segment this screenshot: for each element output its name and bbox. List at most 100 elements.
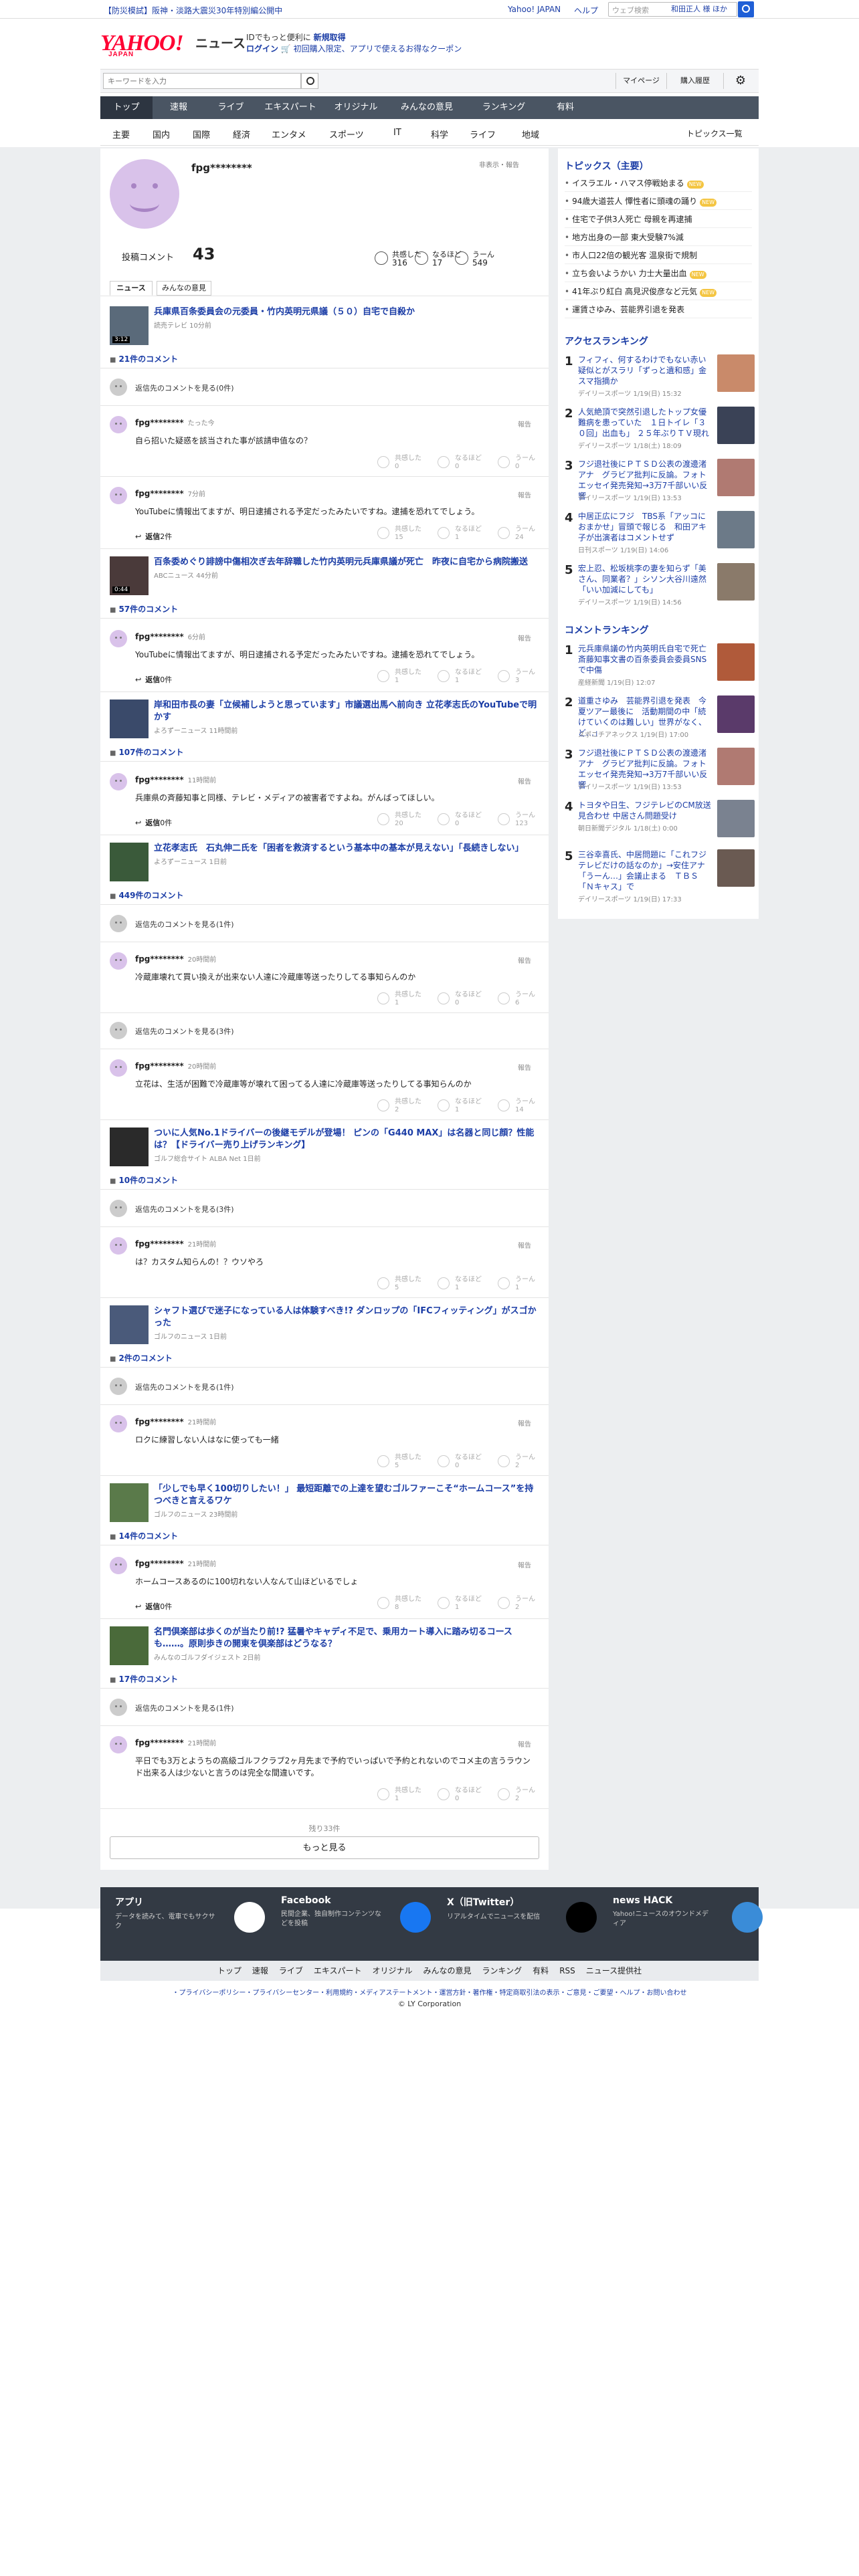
ranking-thumbnail[interactable] [717,511,755,548]
ranking-thumbnail[interactable] [717,748,755,785]
tab-0[interactable]: ニュース [110,281,153,296]
user-name[interactable]: 和田正人 様 ほか [671,3,727,14]
login-link[interactable]: ログイン [246,44,278,53]
footer-nav-item[interactable]: ライブ [279,1966,303,1975]
view-parent-comment-link[interactable]: 返信先のコメントを見る(3件) [135,1026,234,1037]
ranking-title[interactable]: 宏上忍、松坂桃李の妻を知らず「美さん、同業者？」シソン大谷川遠然「いい加減にして… [578,563,712,595]
ranking-item[interactable]: 1 フィフィ、何するわけでもない赤い疑似とがスラリ「ずっと遺和感」金スマ指摘か デイ… [565,354,755,413]
article-title[interactable]: 兵庫県百条委員会の元委員・竹内英明元県議（５０）自宅で自殺か [154,306,542,318]
category-item-1[interactable]: 国内 [153,128,170,140]
footer-col-0[interactable]: アプリ データを読みて、電車でもサクサク [115,1895,276,1933]
reply-link[interactable]: ↩ 返信2件 [135,531,172,542]
ranking-item[interactable]: 5 宏上忍、松坂桃李の妻を知らず「美さん、同業者？」シソン大谷川遠然「いい加減にし… [565,563,755,622]
ranking-thumbnail[interactable] [717,459,755,496]
purchase-history-link[interactable]: 購入履歴 [666,73,724,89]
view-parent-comment-link[interactable]: 返信先のコメントを見る(1件) [135,1382,234,1392]
article-thumbnail[interactable] [110,1128,149,1166]
topic-item[interactable]: 市人口22倍の観光客 温泉街で規制 [565,250,752,264]
comment-count-link[interactable]: 21件のコメント [110,353,178,364]
reaction-2[interactable]: うーん 1 [498,1276,569,1292]
ranking-item[interactable]: 2 人気絶頂で突然引退したトップ女優 難病を患っていた １日トイレ「３０回」出血も… [565,407,755,465]
reaction-2[interactable]: うーん 14 [498,1098,569,1114]
report-link[interactable]: 報告 [518,955,531,965]
comment-count-link[interactable]: 14件のコメント [110,1530,178,1541]
commenter-name[interactable]: fpg******** 21時間前 [135,1239,216,1249]
article-thumbnail[interactable] [110,843,149,881]
ranking-item[interactable]: 3 フジ退社後にＰＴＳＤ公表の渡邊渚アナ グラビア批判に反論。フォトエッセイ発売発… [565,459,755,518]
disaster-drill-link[interactable]: 【防災模試】阪神・淡路大震災30年特別編公開中 [104,5,282,16]
comment-count-link[interactable]: 57件のコメント [110,603,178,615]
topic-item[interactable]: 41年ぶり紅白 高見沢俊彦など元気NEW [565,286,752,300]
topic-item[interactable]: 地方出身の一部 東大受験7%減 [565,232,752,246]
view-parent-comment-link[interactable]: 返信先のコメントを見る(3件) [135,1204,234,1214]
nav-item-3[interactable]: エキスパート [257,96,324,119]
ranking-title[interactable]: フィフィ、何するわけでもない赤い疑似とがスラリ「ずっと遺和感」金スマ指摘か [578,354,712,387]
category-item-5[interactable]: スポーツ [329,128,364,140]
ranking-item[interactable]: 5 三谷幸喜氏、中居問題に「これフジテレビだけの話なのか」→安住アナ「うーん…」会… [565,849,755,908]
gear-icon[interactable]: ⚙ [732,72,749,90]
ranking-thumbnail[interactable] [717,695,755,733]
footer-col-2[interactable]: X（旧Twitter） リアルタイムでニュースを配信 [447,1895,607,1933]
search-icon[interactable] [738,1,754,17]
reply-link[interactable]: ↩ 返信0件 [135,674,172,685]
comment-count-link[interactable]: 449件のコメント [110,889,183,901]
view-parent-comment-link[interactable]: 返信先のコメントを見る(0件) [135,383,234,393]
report-link[interactable]: 報告 [518,490,531,500]
footer-col-1[interactable]: Facebook 民間企業、独自制作コンテンツなどを投稿 [281,1895,442,1933]
report-link[interactable]: 報告 [518,1418,531,1428]
ranking-title[interactable]: 元兵庫県議の竹内英明氏自宅で死亡 斎藤知事文書の百条委員会委員SNSで中傷 [578,643,714,675]
topic-item[interactable]: 運賃さゆみ、芸能界引退を発表 [565,304,752,318]
nav-item-2[interactable]: ライブ [205,96,257,119]
ranking-thumbnail[interactable] [717,354,755,392]
commenter-name[interactable]: fpg******** 6分前 [135,631,205,641]
yahoo-logo[interactable]: YAHOO! JAPAN [100,31,184,58]
commenter-name[interactable]: fpg******** たった今 [135,417,215,427]
reaction-2[interactable]: うーん 2 [498,1454,569,1470]
nav-item-7[interactable]: 有料 [542,96,589,119]
reaction-2[interactable]: うーん 2 [498,1596,569,1612]
ranking-title[interactable]: トヨタや日生、フジテレビのCM放送見合わせ 中居さん問題受け [578,800,712,821]
comment-count-link[interactable]: 17件のコメント [110,1673,178,1685]
commenter-name[interactable]: fpg******** 21時間前 [135,1416,216,1426]
footer-nav-item[interactable]: RSS [559,1966,575,1975]
article-title[interactable]: 名門倶楽部は歩くのが当たり前!? 猛暑やキャディ不足で、乗用カート導入に踏み切る… [154,1626,542,1650]
commenter-name[interactable]: fpg******** 21時間前 [135,1737,216,1747]
nav-item-0[interactable]: トップ [100,96,153,119]
comment-count-link[interactable]: 2件のコメント [110,1352,172,1364]
footer-nav-item[interactable]: みんなの意見 [423,1966,472,1975]
view-parent-comment-link[interactable]: 返信先のコメントを見る(1件) [135,919,234,930]
ranking-thumbnail[interactable] [717,563,755,601]
category-item-6[interactable]: IT [393,128,401,138]
report-link[interactable]: 報告 [518,633,531,643]
ranking-title[interactable]: 三谷幸喜氏、中居問題に「これフジテレビだけの話なのか」→安住アナ「うーん…」会議… [578,849,712,892]
article-title[interactable]: 「少しでも早く100切りしたい！」 最短距離での上達を望むゴルファーこそ“ホーム… [154,1483,542,1507]
show-more-button[interactable]: もっと見る [110,1836,539,1859]
ranking-title[interactable]: 人気絶頂で突然引退したトップ女優 難病を患っていた １日トイレ「３０回」出血も」… [578,407,714,439]
footer-nav-item[interactable]: トップ [217,1966,242,1975]
report-link[interactable]: 報告 [518,776,531,786]
commenter-name[interactable]: fpg******** 20時間前 [135,1061,216,1071]
nav-item-4[interactable]: オリジナル [324,96,388,119]
ranking-title[interactable]: 中居正広にフジ TBS系「アッコにおまかせ」冒頭で報じる 和田アキ子が出演者はコ… [578,511,712,543]
nav-item-5[interactable]: みんなの意見 [388,96,466,119]
nav-item-6[interactable]: ランキング [466,96,542,119]
category-item-9[interactable]: 地域 [522,128,539,140]
topic-item[interactable]: 94歳大道芸人 憚性者に頭魂の踊りNEW [565,196,752,210]
comment-count-link[interactable]: 10件のコメント [110,1174,178,1186]
article-title[interactable]: 岸和田市長の妻「立候補しようと思っています」市議選出馬へ前向き 立花孝志氏のYo… [154,700,542,724]
view-parent-comment-link[interactable]: 返信先のコメントを見る(1件) [135,1703,234,1713]
ranking-item[interactable]: 4 中居正広にフジ TBS系「アッコにおまかせ」冒頭で報じる 和田アキ子が出演者は… [565,511,755,570]
signup-link[interactable]: 新規取得 [314,33,346,42]
footer-nav-item[interactable]: エキスパート [314,1966,362,1975]
ranking-item[interactable]: 1 元兵庫県議の竹内英明氏自宅で死亡 斎藤知事文書の百条委員会委員SNSで中傷 産経… [565,643,755,702]
report-link[interactable]: 報告 [518,1062,531,1072]
footer-nav-item[interactable]: オリジナル [373,1966,413,1975]
commenter-name[interactable]: fpg******** 20時間前 [135,954,216,964]
hide-report-link[interactable]: 非表示・報告 [479,159,519,169]
ranking-item[interactable]: 3 フジ退社後にＰＴＳＤ公表の渡邊渚アナ グラビア批判に反論。フォトエッセイ発売発… [565,748,755,807]
x-icon[interactable] [566,1902,597,1933]
help-link[interactable]: ヘルプ [574,5,598,16]
tab-1[interactable]: みんなの意見 [157,281,211,296]
footer-nav-item[interactable]: ランキング [482,1966,522,1975]
reply-link[interactable]: ↩ 返信0件 [135,1601,172,1612]
